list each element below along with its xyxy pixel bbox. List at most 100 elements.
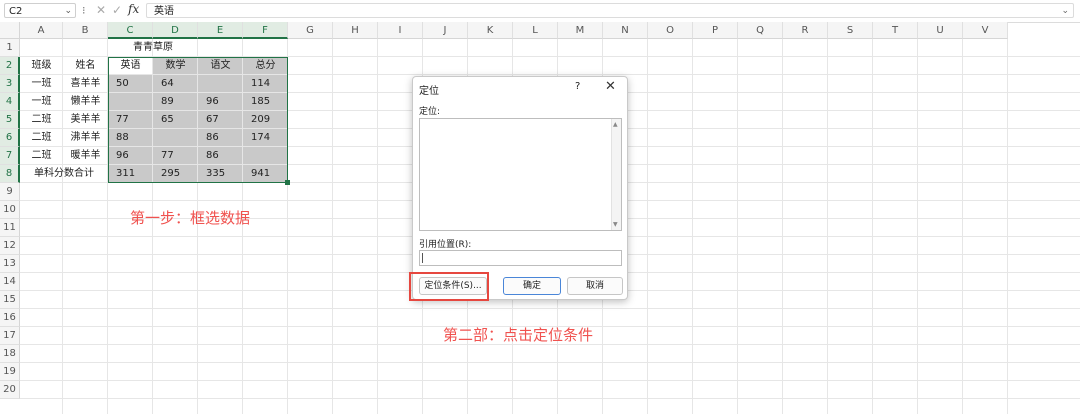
table-cell[interactable]: 姓名 [63, 57, 108, 75]
table-cell[interactable] [243, 147, 288, 165]
table-cell[interactable]: 335 [198, 165, 243, 183]
table-title[interactable]: 青青草原 [108, 39, 198, 57]
column-header[interactable]: J [423, 22, 468, 39]
row-header[interactable]: 9 [0, 183, 20, 201]
table-cell[interactable]: 暖羊羊 [63, 147, 108, 165]
column-header[interactable]: D [153, 22, 198, 39]
table-cell[interactable]: 数学 [153, 57, 198, 75]
grid-vline [692, 39, 693, 414]
row-header[interactable]: 8 [0, 165, 20, 183]
column-header[interactable]: C [108, 22, 153, 39]
column-header[interactable]: K [468, 22, 513, 39]
column-header[interactable]: H [333, 22, 378, 39]
fill-handle[interactable] [285, 180, 290, 185]
row-header[interactable]: 1 [0, 39, 20, 57]
row-header[interactable]: 11 [0, 219, 20, 237]
column-header[interactable]: L [513, 22, 558, 39]
table-cell[interactable]: 86 [198, 129, 243, 147]
table-cell[interactable]: 英语 [108, 57, 153, 75]
table-cell[interactable]: 88 [108, 129, 153, 147]
table-cell[interactable]: 美羊羊 [63, 111, 108, 129]
reference-input[interactable] [419, 250, 622, 266]
column-header[interactable]: A [20, 22, 63, 39]
row-header[interactable]: 13 [0, 255, 20, 273]
column-header[interactable]: B [63, 22, 108, 39]
table-cell[interactable]: 941 [243, 165, 288, 183]
column-header[interactable]: U [918, 22, 963, 39]
row-header[interactable]: 14 [0, 273, 20, 291]
row-header[interactable]: 18 [0, 345, 20, 363]
row-header[interactable]: 5 [0, 111, 20, 129]
column-header[interactable]: P [693, 22, 738, 39]
row-header[interactable]: 19 [0, 363, 20, 381]
table-cell[interactable]: 311 [108, 165, 153, 183]
scroll-up-icon[interactable]: ▲ [613, 121, 618, 128]
row-header[interactable]: 2 [0, 57, 20, 75]
row-header[interactable]: 12 [0, 237, 20, 255]
ok-button[interactable]: 确定 [503, 277, 561, 295]
column-header[interactable]: S [828, 22, 873, 39]
column-header[interactable]: R [783, 22, 828, 39]
list-scrollbar[interactable]: ▲ ▼ [611, 119, 621, 230]
grid-vline [737, 39, 738, 414]
table-cell[interactable]: 96 [108, 147, 153, 165]
column-header[interactable]: E [198, 22, 243, 39]
table-cell[interactable]: 96 [198, 93, 243, 111]
table-cell[interactable]: 114 [243, 75, 288, 93]
column-header[interactable]: T [873, 22, 918, 39]
table-cell[interactable]: 77 [153, 147, 198, 165]
column-header[interactable]: F [243, 22, 288, 39]
grid-hline [20, 398, 1080, 399]
table-cell[interactable]: 班级 [20, 57, 63, 75]
table-cell[interactable]: 64 [153, 75, 198, 93]
close-icon[interactable]: ✕ [605, 79, 616, 94]
table-cell[interactable]: 沸羊羊 [63, 129, 108, 147]
table-cell[interactable]: 喜羊羊 [63, 75, 108, 93]
select-all-corner[interactable] [0, 22, 20, 39]
table-cell[interactable]: 67 [198, 111, 243, 129]
table-cell[interactable]: 77 [108, 111, 153, 129]
row-header[interactable]: 17 [0, 327, 20, 345]
column-header[interactable]: V [963, 22, 1008, 39]
row-header[interactable]: 4 [0, 93, 20, 111]
table-cell[interactable]: 二班 [20, 147, 63, 165]
table-cell[interactable] [198, 75, 243, 93]
goto-list[interactable]: ▲ ▼ [419, 118, 622, 231]
row-header[interactable]: 16 [0, 309, 20, 327]
table-cell[interactable]: 209 [243, 111, 288, 129]
table-cell[interactable]: 89 [153, 93, 198, 111]
row-header[interactable]: 10 [0, 201, 20, 219]
table-cell[interactable]: 语文 [198, 57, 243, 75]
table-cell[interactable]: 总分 [243, 57, 288, 75]
row-header[interactable]: 6 [0, 129, 20, 147]
cancel-button[interactable]: 取消 [567, 277, 623, 295]
table-cell[interactable]: 单科分数合计 [20, 165, 108, 183]
table-cell[interactable]: 174 [243, 129, 288, 147]
grid-vline [962, 39, 963, 414]
row-header[interactable]: 15 [0, 291, 20, 309]
column-header[interactable]: Q [738, 22, 783, 39]
row-header[interactable]: 20 [0, 381, 20, 399]
column-header[interactable]: M [558, 22, 603, 39]
help-icon[interactable]: ? [575, 81, 580, 92]
grid-vline [917, 39, 918, 414]
table-cell[interactable] [108, 93, 153, 111]
table-cell[interactable]: 懒羊羊 [63, 93, 108, 111]
table-cell[interactable]: 65 [153, 111, 198, 129]
column-header[interactable]: O [648, 22, 693, 39]
table-cell[interactable] [153, 129, 198, 147]
table-cell[interactable]: 50 [108, 75, 153, 93]
column-header[interactable]: I [378, 22, 423, 39]
scroll-down-icon[interactable]: ▼ [613, 221, 618, 228]
table-cell[interactable]: 185 [243, 93, 288, 111]
table-cell[interactable]: 86 [198, 147, 243, 165]
row-header[interactable]: 7 [0, 147, 20, 165]
row-header[interactable]: 3 [0, 75, 20, 93]
table-cell[interactable]: 一班 [20, 75, 63, 93]
table-cell[interactable]: 二班 [20, 129, 63, 147]
column-header[interactable]: G [288, 22, 333, 39]
table-cell[interactable]: 一班 [20, 93, 63, 111]
table-cell[interactable]: 二班 [20, 111, 63, 129]
column-header[interactable]: N [603, 22, 648, 39]
table-cell[interactable]: 295 [153, 165, 198, 183]
